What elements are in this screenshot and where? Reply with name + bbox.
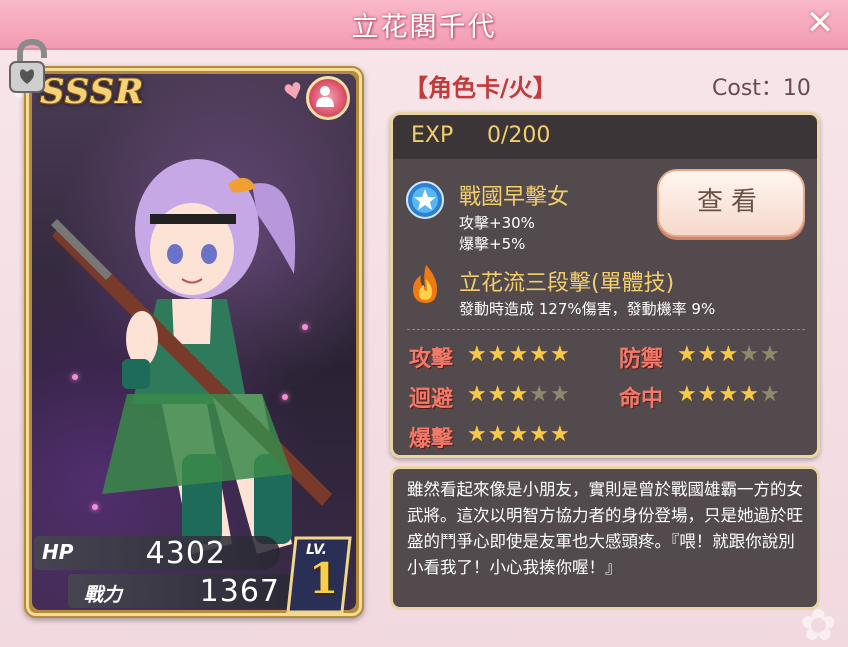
star-rating: ★★★★★ [467, 424, 571, 446]
power-value: 1367 [199, 574, 280, 609]
hp-panel: HP 4302 [34, 536, 280, 571]
star-filled-icon: ★ [467, 382, 487, 407]
power-panel: 戰力 1367 [68, 574, 300, 609]
lock-icon[interactable] [6, 38, 54, 96]
card-type-label: 【角色卡/火】 [404, 74, 557, 102]
star-filled-icon: ★ [697, 382, 718, 407]
skill2-description: 發動時造成 127%傷害，發動機率 9% [459, 300, 716, 318]
power-label: 戰力 [84, 584, 123, 606]
star-filled-icon: ★ [487, 422, 508, 447]
star-empty-icon: ★ [759, 342, 780, 367]
character-illustration [51, 159, 332, 554]
star-filled-icon: ★ [549, 422, 570, 447]
skill1-effect: 攻擊+30% [459, 214, 535, 232]
star-filled-icon: ★ [508, 422, 529, 447]
star-filled-icon: ★ [549, 342, 570, 367]
stat-evasion: 迴避 ★★★★★ [409, 381, 609, 413]
exp-label: EXP [411, 123, 454, 148]
stat-defense: 防禦 ★★★★★ [619, 341, 819, 373]
star-rating: ★★★★★ [467, 384, 571, 406]
star-filled-icon: ★ [487, 342, 508, 367]
character-description: 雖然看起來像是小朋友，實則是曾於戰國雄霸一方的女武將。這次以明智方協力者的身份登… [390, 466, 820, 610]
view-button[interactable]: 查看 [657, 169, 805, 237]
title-bar: 立花閣千代 ✕ [0, 0, 848, 50]
character-card: SSSR ♥ HP 4302 戰力 1367 LV. 1 [24, 66, 364, 618]
star-filled-icon: ★ [467, 342, 487, 367]
stat-label: 攻擊 [409, 347, 454, 372]
star-badge-icon [406, 181, 444, 219]
star-empty-icon: ★ [549, 382, 570, 407]
star-empty-icon: ★ [759, 382, 780, 407]
star-filled-icon: ★ [508, 382, 529, 407]
star-filled-icon: ★ [508, 342, 529, 367]
star-filled-icon: ★ [718, 342, 739, 367]
divider [407, 329, 805, 330]
skill2-name: 立花流三段擊(單體技) [459, 271, 675, 296]
star-filled-icon: ★ [697, 342, 718, 367]
star-filled-icon: ★ [739, 382, 759, 407]
cost-label: Cost：10 [712, 76, 811, 101]
hp-label: HP [42, 540, 74, 564]
exp-row: EXP 0/200 [393, 115, 817, 159]
star-rating: ★★★★★ [677, 384, 781, 406]
star-empty-icon: ★ [529, 382, 549, 407]
stat-label: 命中 [619, 387, 664, 412]
skill1-name: 戰國早擊女 [459, 185, 570, 210]
star-rating: ★★★★★ [677, 344, 781, 366]
info-panel: EXP 0/200 戰國早擊女 攻擊+30% 爆擊+5% 查看 立花流三段擊(單… [390, 112, 820, 458]
stat-attack: 攻擊 ★★★★★ [409, 341, 609, 373]
exp-value: 0/200 [487, 123, 551, 148]
stat-label: 防禦 [619, 347, 664, 372]
card-detail-screen: ✿ ✿ 立花閣千代 ✕ [0, 0, 848, 647]
star-rating: ★★★★★ [467, 344, 571, 366]
profile-icon[interactable] [306, 76, 350, 120]
rarity-label: SSSR [40, 72, 145, 112]
stat-label: 迴避 [409, 387, 454, 412]
star-filled-icon: ★ [677, 382, 697, 407]
stat-critical: 爆擊 ★★★★★ [409, 421, 609, 453]
hp-value: 4302 [145, 536, 226, 571]
stat-label: 爆擊 [409, 427, 454, 452]
character-art-area [32, 74, 356, 610]
star-filled-icon: ★ [529, 342, 549, 367]
stat-accuracy: 命中 ★★★★★ [619, 381, 819, 413]
level-value: 1 [309, 554, 339, 603]
star-filled-icon: ★ [529, 422, 549, 447]
close-button[interactable]: ✕ [804, 6, 836, 40]
star-empty-icon: ★ [739, 342, 759, 367]
star-filled-icon: ★ [487, 382, 508, 407]
fire-icon [413, 265, 437, 303]
character-name-title: 立花閣千代 [351, 12, 497, 43]
star-filled-icon: ★ [467, 422, 487, 447]
star-filled-icon: ★ [677, 342, 697, 367]
star-filled-icon: ★ [718, 382, 739, 407]
skill1-effect: 爆擊+5% [459, 235, 526, 253]
